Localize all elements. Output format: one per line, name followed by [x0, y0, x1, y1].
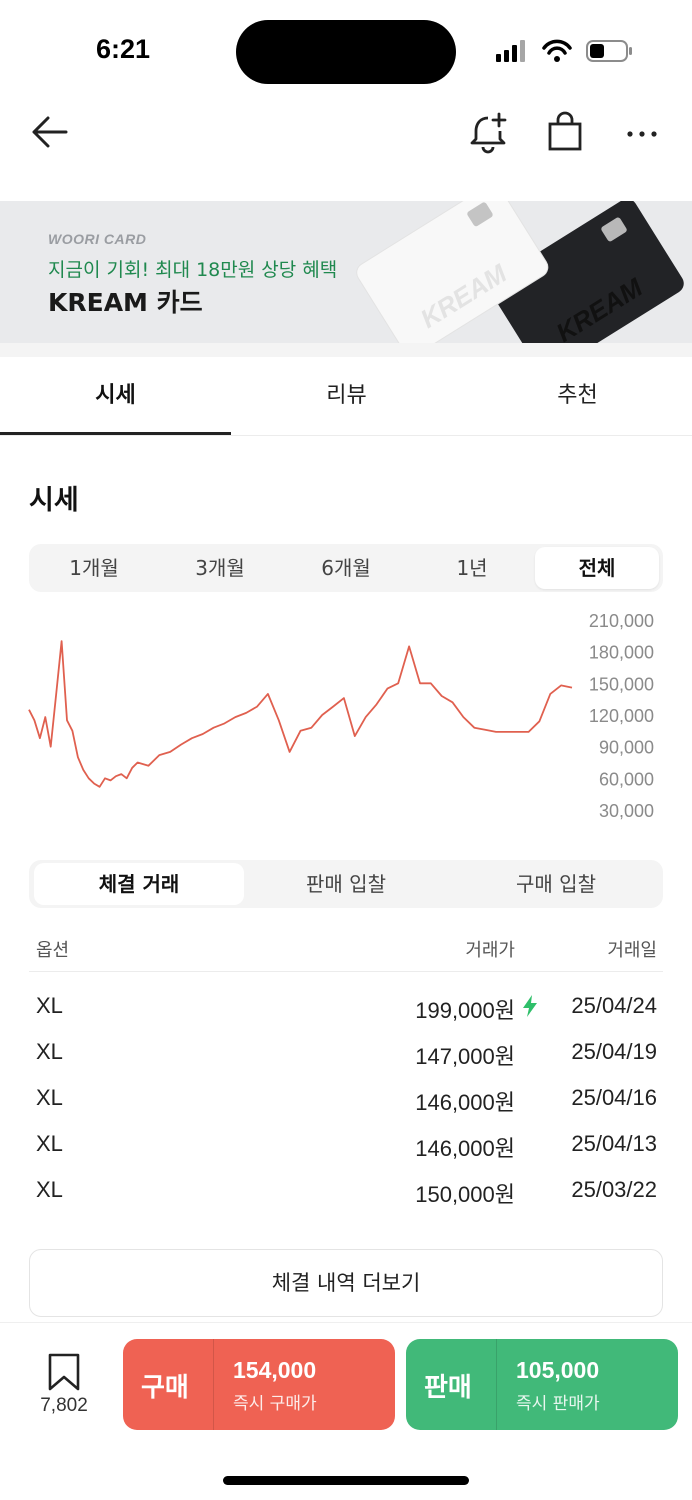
row-price: 199,000원	[415, 998, 515, 1023]
y-axis-tick-label: 90,000	[599, 738, 654, 758]
row-option: XL	[36, 1131, 63, 1156]
status-icons	[494, 36, 634, 66]
lightning-icon	[523, 995, 537, 1017]
header-option: 옵션	[36, 940, 70, 961]
trade-table-header: 옵션 거래가 거래일	[29, 924, 663, 972]
trade-type-selector: 체결 거래 판매 입찰 구매 입찰	[29, 860, 663, 908]
row-option: XL	[36, 1177, 63, 1202]
price-chart-svg: 210,000 180,000 150,000 120,000 90,000 60,000…	[28, 611, 654, 821]
row-price: 146,000원	[415, 1090, 515, 1115]
shopping-bag-button[interactable]	[543, 110, 587, 154]
sell-divider	[496, 1339, 497, 1430]
banner-brand: WOORI CARD	[48, 231, 147, 247]
status-time: 6:21	[96, 34, 151, 64]
row-option: XL	[36, 1085, 63, 1110]
buy-price: 154,000	[233, 1357, 317, 1383]
row-price: 147,000원	[415, 1044, 515, 1069]
section-divider	[0, 343, 692, 357]
tab-review[interactable]: 리뷰	[231, 357, 462, 435]
row-option: XL	[36, 1039, 63, 1064]
trade-tab-sell-bids[interactable]: 판매 입찰	[241, 860, 451, 908]
shopping-bag-icon	[548, 111, 582, 151]
sell-subtitle: 즉시 판매가	[516, 1394, 600, 1414]
y-axis-tick-label: 150,000	[589, 674, 654, 694]
promo-banner[interactable]: WOORI CARD 지금이 기회! 최대 18만원 상당 혜택 KREAM 카…	[0, 201, 692, 343]
bell-plus-icon	[470, 112, 507, 154]
section-title: 시세	[29, 485, 79, 516]
buy-subtitle: 즉시 구매가	[233, 1394, 317, 1414]
banner-title: KREAM 카드	[48, 288, 203, 317]
sell-price: 105,000	[516, 1357, 600, 1383]
period-1-month[interactable]: 1개월	[31, 544, 157, 592]
bottom-action-bar: 7,802 구매 154,000 즉시 구매가 판매 105,000 즉시 판매…	[0, 1322, 692, 1442]
table-row: XL 146,000원 25/04/16	[29, 1077, 663, 1123]
sell-label: 판매	[424, 1373, 472, 1403]
header-price: 거래가	[465, 940, 515, 961]
row-date: 25/04/13	[571, 1131, 657, 1156]
trade-tab-completed[interactable]: 체결 거래	[34, 863, 244, 905]
period-selector: 1개월 3개월 6개월 1년 전체	[29, 544, 663, 592]
signal-wifi-battery-icon	[496, 39, 632, 62]
arrow-left-icon	[32, 116, 68, 148]
header-date: 거래일	[607, 940, 657, 961]
content-tabs: 시세 리뷰 추천	[0, 357, 692, 436]
period-1-year[interactable]: 1년	[409, 544, 535, 592]
y-axis-tick-label: 120,000	[589, 706, 654, 726]
table-row: XL 199,000원 25/04/24	[29, 985, 663, 1031]
more-horizontal-icon	[627, 131, 657, 137]
row-date: 25/04/16	[571, 1085, 657, 1110]
row-price: 150,000원	[415, 1182, 515, 1207]
row-price: 146,000원	[415, 1136, 515, 1161]
notification-add-button[interactable]	[466, 110, 510, 154]
row-date: 25/03/22	[571, 1177, 657, 1202]
more-options-button[interactable]	[620, 110, 664, 154]
credit-card-image: KREAM KREAM	[356, 201, 684, 343]
bookmark-button[interactable]: 7,802	[28, 1351, 100, 1421]
period-3-months[interactable]: 3개월	[157, 544, 283, 592]
sell-button[interactable]: 판매 105,000 즉시 판매가	[406, 1339, 678, 1430]
dynamic-island	[236, 20, 456, 84]
y-axis-tick-label: 210,000	[589, 611, 654, 631]
table-row: XL 150,000원 25/03/22	[29, 1169, 663, 1215]
buy-divider	[213, 1339, 214, 1430]
table-row: XL 147,000원 25/04/19	[29, 1031, 663, 1077]
top-nav	[0, 100, 692, 170]
buy-label: 구매	[141, 1373, 189, 1403]
y-axis-tick-label: 30,000	[599, 801, 654, 821]
buy-button[interactable]: 구매 154,000 즉시 구매가	[123, 1339, 395, 1430]
price-line-series	[28, 640, 573, 788]
row-date: 25/04/19	[571, 1039, 657, 1064]
tab-recommend[interactable]: 추천	[462, 357, 692, 435]
period-6-months[interactable]: 6개월	[283, 544, 409, 592]
status-bar: 6:21	[0, 0, 692, 100]
bookmark-count: 7,802	[40, 1395, 88, 1416]
back-button[interactable]	[28, 110, 72, 154]
bookmark-icon	[48, 1353, 80, 1391]
y-axis-tick-label: 180,000	[589, 643, 654, 663]
y-axis-tick-label: 60,000	[599, 769, 654, 789]
tab-price[interactable]: 시세	[0, 357, 231, 435]
home-indicator	[223, 1476, 469, 1485]
period-all[interactable]: 전체	[535, 547, 659, 589]
price-chart[interactable]: 210,000 180,000 150,000 120,000 90,000 60,000…	[0, 600, 692, 830]
tab-active-indicator	[0, 432, 231, 435]
trade-tab-buy-bids[interactable]: 구매 입찰	[451, 860, 661, 908]
row-date: 25/04/24	[571, 993, 657, 1018]
more-trades-button[interactable]: 체결 내역 더보기	[29, 1249, 663, 1317]
banner-promo-text: 지금이 기회! 최대 18만원 상당 혜택	[48, 259, 338, 281]
row-option: XL	[36, 993, 63, 1018]
table-row: XL 146,000원 25/04/13	[29, 1123, 663, 1169]
